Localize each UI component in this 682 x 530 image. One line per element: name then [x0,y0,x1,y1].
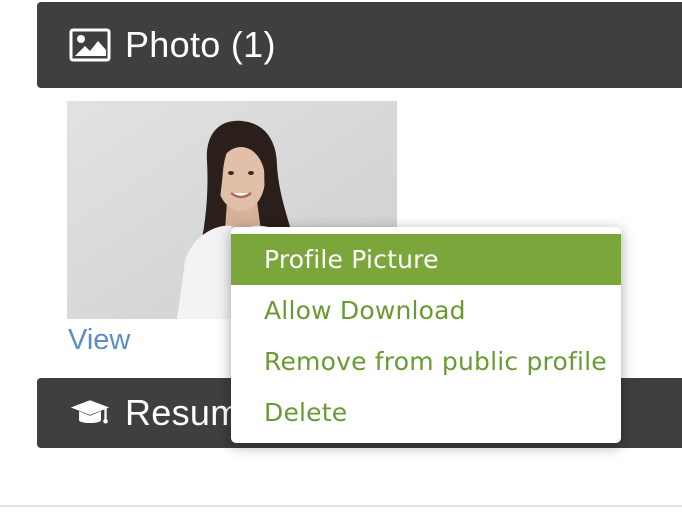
menu-item-allow-download[interactable]: Allow Download [231,285,621,336]
photo-section-header[interactable]: Photo (1) [37,2,682,88]
graduation-cap-icon [69,396,111,430]
image-icon [69,28,111,62]
menu-item-profile-picture[interactable]: Profile Picture [231,234,621,285]
menu-item-delete[interactable]: Delete [231,387,621,438]
photo-context-menu: Profile Picture Allow Download Remove fr… [231,227,621,443]
photo-section-title: Photo (1) [125,24,276,65]
view-link[interactable]: View [68,324,130,357]
page: Photo (1) View Resume Profile Picture Al… [0,0,682,530]
menu-item-remove-from-public-profile[interactable]: Remove from public profile [231,336,621,387]
divider [0,505,682,507]
